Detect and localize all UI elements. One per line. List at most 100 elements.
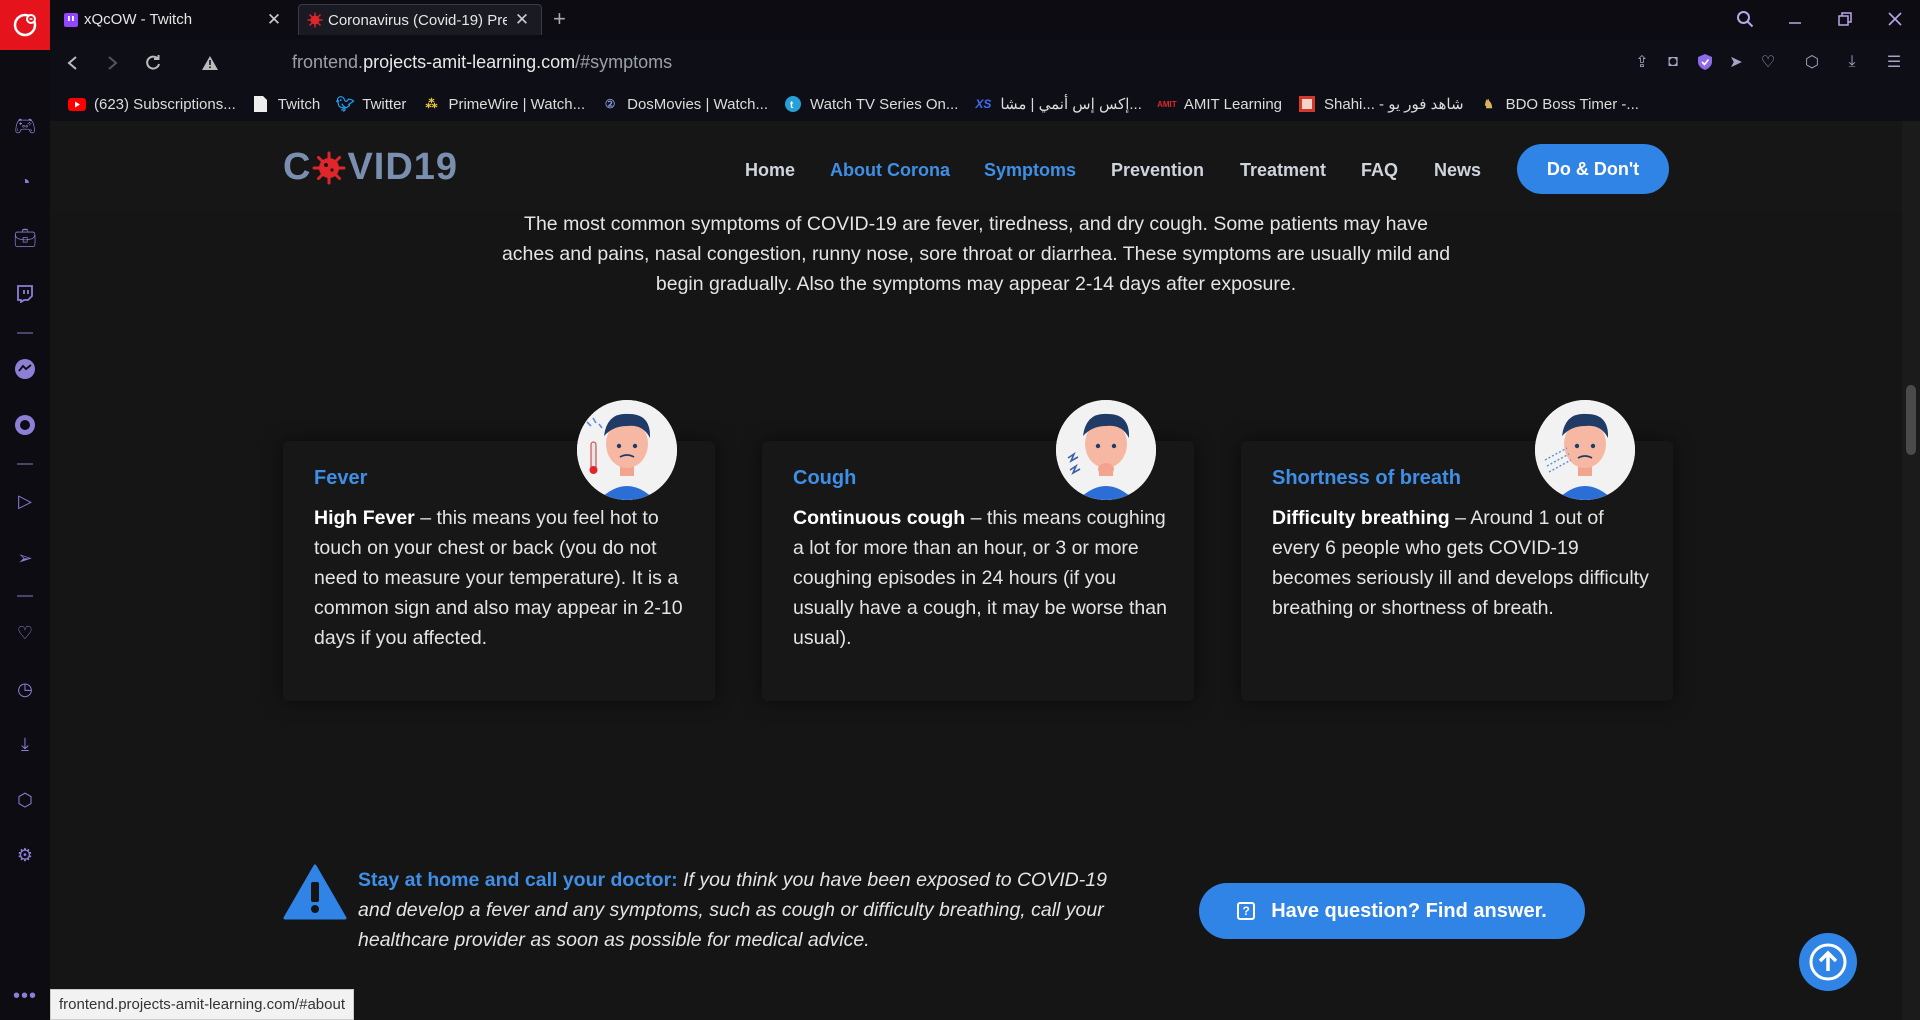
dosmovies-icon: ② — [604, 97, 616, 111]
gamepad-icon[interactable]: 🎮︎ — [11, 112, 39, 140]
cube-icon[interactable]: ⬡ — [11, 786, 39, 814]
card-body: Continuous cough – this means coughing a… — [793, 503, 1173, 653]
nav-about-corona[interactable]: About Corona — [830, 160, 950, 181]
minimize-icon[interactable] — [1782, 6, 1808, 32]
new-tab-button[interactable]: + — [553, 6, 566, 32]
shahid-icon — [1298, 96, 1316, 112]
speed-dial-icon[interactable]: ◔ — [11, 168, 39, 196]
restore-icon[interactable] — [1832, 6, 1858, 32]
nav-symptoms[interactable]: Symptoms — [984, 160, 1076, 181]
close-window-icon[interactable] — [1882, 6, 1908, 32]
do-and-dont-button[interactable]: Do & Don't — [1517, 144, 1669, 194]
bookmark-label: (623) Subscriptions... — [94, 95, 236, 113]
tab-coronavirus[interactable]: Coronavirus (Covid-19) Pre ✕ — [298, 4, 542, 35]
page-scrollbar[interactable] — [1902, 121, 1920, 1020]
gear-icon[interactable]: ⚙ — [11, 841, 39, 869]
send-sidebar-icon[interactable]: ➢ — [11, 544, 39, 572]
fever-illustration — [577, 400, 677, 500]
scroll-to-top-button[interactable] — [1799, 933, 1857, 991]
tab-title: Coronavirus (Covid-19) Pre — [328, 11, 507, 29]
bookmark-dosmovies[interactable]: ② DosMovies | Watch... — [601, 96, 768, 113]
twitch-sidebar-icon[interactable] — [11, 280, 39, 308]
url-domain: projects-amit-learning.com — [363, 52, 576, 72]
bookmark-label: Twitter — [362, 95, 407, 113]
sidebar-divider — [17, 595, 33, 597]
advice-text: Stay at home and call your doctor: If yo… — [358, 865, 1138, 955]
url-host: frontend. — [292, 52, 364, 72]
twitch-icon — [64, 12, 78, 27]
question-icon: ? — [1237, 902, 1256, 920]
url-field[interactable]: frontend.projects-amit-learning.com/#sym… — [292, 52, 672, 73]
nav-prevention[interactable]: Prevention — [1111, 160, 1204, 181]
download-sidebar-icon[interactable]: ⤓ — [11, 730, 39, 758]
bookmarks-bar: (623) Subscriptions... Twitch 🐦︎ Twitter … — [50, 87, 1920, 121]
bookmark-youtube[interactable]: (623) Subscriptions... — [68, 96, 236, 113]
symptom-card-cough: Cough Continuous cough – this means coug… — [762, 400, 1194, 701]
more-icon[interactable]: ••• — [13, 985, 37, 1008]
bookmark-tvseries[interactable]: t Watch TV Series On... — [784, 96, 958, 113]
amit-icon: AMIT — [1157, 99, 1177, 109]
site-logo[interactable]: C VID19 — [283, 146, 458, 189]
player-icon[interactable]: ▷ — [11, 487, 39, 515]
reload-icon[interactable] — [139, 49, 167, 77]
warning-icon[interactable] — [196, 49, 224, 77]
tab-title: xQcOW - Twitch — [84, 11, 193, 28]
bookmark-bdo[interactable]: ♞ BDO Boss Timer -... — [1480, 96, 1639, 113]
back-icon[interactable] — [59, 49, 87, 77]
scrollbar-thumb[interactable] — [1906, 385, 1916, 455]
bookmark-shahid[interactable]: Shahi... - شاهد فور يو — [1298, 95, 1464, 113]
bookmark-label: BDO Boss Timer -... — [1505, 95, 1639, 113]
nav-news[interactable]: News — [1434, 160, 1481, 181]
symptom-card-shortness-of-breath: Shortness of breath Difficulty breathing… — [1241, 400, 1673, 701]
bookmark-twitch[interactable]: Twitch — [252, 96, 320, 113]
vpn-shield-icon[interactable] — [1693, 50, 1717, 74]
opera-logo[interactable] — [0, 0, 50, 50]
camera-icon[interactable]: ◘ — [1661, 50, 1685, 74]
close-icon[interactable]: ✕ — [513, 10, 531, 29]
messenger-icon[interactable] — [11, 355, 39, 383]
symptom-card-fever: Fever High Fever – this means you feel h… — [283, 400, 715, 701]
share-icon[interactable]: ⇪ — [1630, 50, 1654, 74]
nav-treatment[interactable]: Treatment — [1240, 160, 1326, 181]
briefcase-icon[interactable]: 💼︎ — [11, 224, 39, 252]
download-icon[interactable]: ⤓ — [1840, 50, 1864, 74]
tvseries-icon: t — [784, 96, 802, 112]
logo-text-left: C — [283, 146, 312, 188]
box-icon[interactable]: ⬡ — [1800, 50, 1824, 74]
tab-bar: xQcOW - Twitch ✕ Coronavirus (Covid-19) … — [0, 0, 1920, 39]
card-lead: Difficulty breathing — [1272, 507, 1450, 529]
bookmark-label: إكس إس أنمي | مشا... — [1000, 96, 1142, 113]
whatsapp-icon[interactable] — [11, 411, 39, 439]
bookmark-label: Shahi... - شاهد فور يو — [1324, 96, 1464, 113]
bookmark-label: Watch TV Series On... — [810, 95, 959, 113]
tab-twitch[interactable]: xQcOW - Twitch ✕ — [55, 4, 293, 35]
site-header: C VID19 Home About Corona Symptoms Preve… — [50, 121, 1902, 213]
bookmark-twitter[interactable]: 🐦︎ Twitter — [335, 95, 407, 114]
twitter-icon: 🐦︎ — [335, 96, 355, 113]
card-body: High Fever – this means you feel hot to … — [314, 503, 694, 653]
logo-text-right: VID19 — [347, 146, 459, 188]
forward-icon[interactable] — [98, 49, 126, 77]
send-icon[interactable]: ➤ — [1724, 50, 1748, 74]
breath-illustration — [1535, 400, 1635, 500]
close-icon[interactable]: ✕ — [265, 10, 283, 29]
advice-title: Stay at home and call your doctor: — [358, 869, 678, 891]
bookmark-xs-anime[interactable]: XS إكس إس أنمي | مشا... — [974, 95, 1142, 113]
bookmark-primewire[interactable]: ⁂ PrimeWire | Watch... — [422, 96, 585, 113]
heart-sidebar-icon[interactable]: ♡ — [11, 619, 39, 647]
cough-illustration — [1056, 400, 1156, 500]
bookmark-amit[interactable]: AMIT AMIT Learning — [1157, 96, 1282, 113]
nav-home[interactable]: Home — [745, 160, 795, 181]
bookmark-label: DosMovies | Watch... — [627, 95, 768, 113]
status-bar-url: frontend.projects-amit-learning.com/#abo… — [50, 989, 354, 1020]
heart-icon[interactable]: ♡ — [1756, 50, 1780, 74]
find-answer-button[interactable]: ? Have question? Find answer. — [1199, 883, 1585, 939]
search-icon[interactable] — [1732, 6, 1758, 32]
browser-sidebar: 🎮︎ ◔ 💼︎ ▷ ➢ ♡ ◷ ⤓ ⬡ ⚙ — [0, 50, 50, 1020]
nav-faq[interactable]: FAQ — [1361, 160, 1398, 181]
xs-icon: XS — [975, 97, 992, 111]
settings-sliders-icon[interactable]: ☰ — [1882, 50, 1906, 74]
history-icon[interactable]: ◷ — [11, 675, 39, 703]
virus-icon — [307, 12, 323, 28]
card-body: Difficulty breathing – Around 1 out of e… — [1272, 503, 1652, 623]
